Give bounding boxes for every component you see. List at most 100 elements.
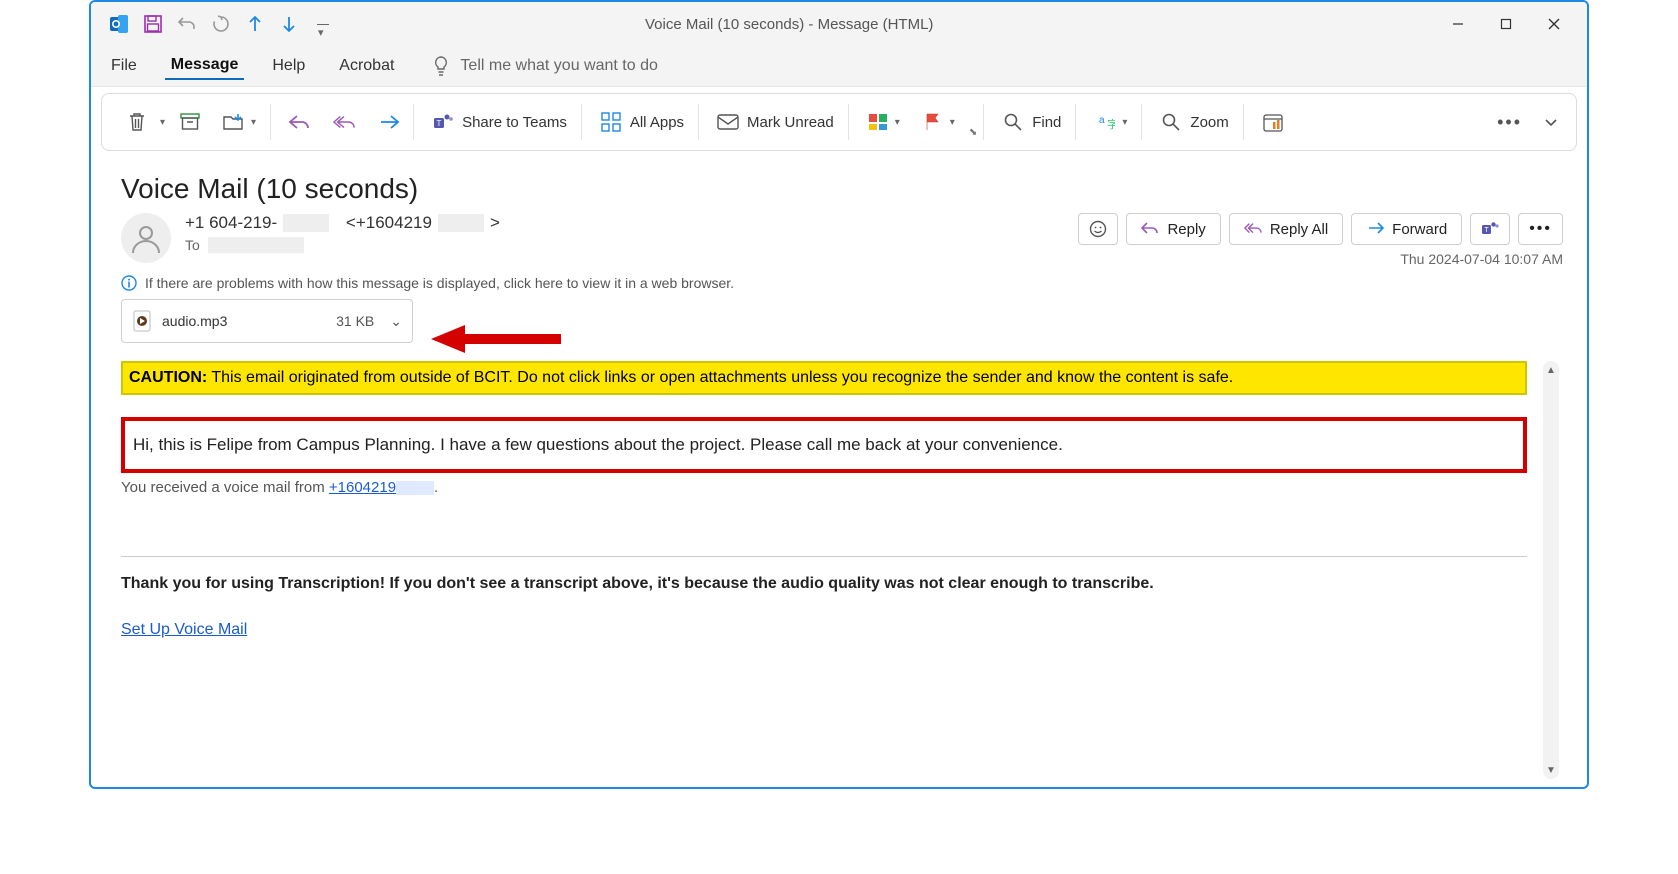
lightbulb-icon xyxy=(432,55,450,77)
transcript-highlight: Hi, this is Felipe from Campus Planning.… xyxy=(121,417,1527,473)
delete-button[interactable] xyxy=(118,107,156,137)
sender-avatar[interactable] xyxy=(121,213,171,263)
archive-button[interactable] xyxy=(171,107,209,137)
info-icon xyxy=(121,275,137,291)
outlook-message-window: ▾ Voice Mail (10 seconds) - Message (HTM… xyxy=(89,0,1589,789)
to-label: To xyxy=(185,237,200,253)
calendar-chart-icon xyxy=(1262,111,1284,133)
mark-unread-label: Mark Unread xyxy=(747,114,834,131)
minimize-button[interactable] xyxy=(1435,9,1481,39)
callback-number-link[interactable]: +1604219 xyxy=(329,479,434,496)
all-apps-button[interactable]: All Apps xyxy=(592,107,692,137)
info-bar-text: If there are problems with how this mess… xyxy=(145,275,734,291)
received-from-line: You received a voice mail from +1604219. xyxy=(121,479,1527,496)
categories-icon xyxy=(867,111,889,133)
delete-dropdown[interactable]: ▾ xyxy=(160,117,165,128)
redacted-segment xyxy=(283,214,329,232)
tags-launcher-icon[interactable]: ⬊ xyxy=(969,127,977,140)
insights-button[interactable] xyxy=(1254,107,1292,137)
tab-help[interactable]: Help xyxy=(266,53,311,79)
repeat-icon[interactable] xyxy=(207,10,235,38)
find-label: Find xyxy=(1032,114,1061,131)
reply-arrow-icon xyxy=(289,111,311,133)
to-line: To xyxy=(185,237,1064,253)
vertical-scrollbar[interactable]: ▲ ▼ xyxy=(1543,361,1559,779)
archive-icon xyxy=(179,111,201,133)
next-item-icon[interactable] xyxy=(275,10,303,38)
ribbon-collapse-button[interactable] xyxy=(1536,111,1566,133)
share-to-teams-button[interactable]: T Share to Teams xyxy=(424,107,575,137)
flag-icon xyxy=(922,111,944,133)
tab-file[interactable]: File xyxy=(105,53,143,79)
view-in-browser-link[interactable]: If there are problems with how this mess… xyxy=(121,275,1563,291)
react-button[interactable] xyxy=(1078,213,1118,245)
attachment-name: audio.mp3 xyxy=(162,313,326,329)
attachment-card[interactable]: audio.mp3 31 KB ⌄ xyxy=(121,299,413,343)
tab-acrobat[interactable]: Acrobat xyxy=(333,53,400,79)
forward-label: Forward xyxy=(1392,221,1447,238)
reply-all-button-ribbon[interactable] xyxy=(325,107,363,137)
quick-access-toolbar: ▾ xyxy=(97,10,337,38)
message-body-scroll: CAUTION: This email originated from outs… xyxy=(121,361,1563,779)
forward-button-ribbon[interactable] xyxy=(369,107,407,137)
translate-button[interactable]: a字▾ xyxy=(1086,107,1135,137)
chevron-down-icon[interactable]: ⌄ xyxy=(390,313,402,330)
find-button[interactable]: Find xyxy=(994,107,1069,137)
more-commands-button[interactable]: ••• xyxy=(1489,108,1530,137)
qat-customize-icon[interactable]: ▾ xyxy=(309,10,337,38)
follow-up-button[interactable]: ▾ xyxy=(914,107,963,137)
redacted-segment xyxy=(208,237,304,253)
svg-text:a: a xyxy=(1099,115,1105,126)
from-display-name: +1 604-219- xyxy=(185,213,277,233)
close-button[interactable] xyxy=(1531,9,1577,39)
smile-icon xyxy=(1089,220,1107,238)
caution-label: CAUTION: xyxy=(129,369,207,386)
window-controls xyxy=(1435,9,1577,39)
tab-message[interactable]: Message xyxy=(165,52,245,80)
categorize-button[interactable]: ▾ xyxy=(859,107,908,137)
caution-banner: CAUTION: This email originated from outs… xyxy=(121,361,1527,395)
scroll-up-icon[interactable]: ▲ xyxy=(1543,361,1559,379)
received-timestamp: Thu 2024-07-04 10:07 AM xyxy=(1078,251,1563,267)
tell-me-placeholder: Tell me what you want to do xyxy=(460,57,657,75)
reply-button[interactable]: Reply xyxy=(1126,213,1220,245)
message-subject: Voice Mail (10 seconds) xyxy=(121,173,1563,205)
transcript-text: Hi, this is Felipe from Campus Planning.… xyxy=(133,435,1063,454)
svg-text:字: 字 xyxy=(1107,117,1115,131)
window-title: Voice Mail (10 seconds) - Message (HTML) xyxy=(355,16,933,33)
ribbon-toolbar: ▾ ▾ T Share to Teams All Apps Mark Unrea… xyxy=(101,93,1577,151)
undo-icon[interactable] xyxy=(173,10,201,38)
body-divider xyxy=(121,556,1527,557)
save-icon[interactable] xyxy=(139,10,167,38)
teams-icon: T xyxy=(432,111,454,133)
teams-chat-button[interactable]: T xyxy=(1470,213,1510,245)
reply-arrow-icon xyxy=(1141,220,1159,238)
share-to-teams-label: Share to Teams xyxy=(462,114,567,131)
svg-text:T: T xyxy=(437,119,442,128)
reply-all-arrow-icon xyxy=(1244,220,1262,238)
reply-button-ribbon[interactable] xyxy=(281,107,319,137)
setup-voicemail-link[interactable]: Set Up Voice Mail xyxy=(121,621,247,639)
more-actions-button[interactable]: ••• xyxy=(1518,213,1563,245)
reply-all-arrow-icon xyxy=(333,111,355,133)
mark-unread-button[interactable]: Mark Unread xyxy=(709,107,842,137)
scroll-down-icon[interactable]: ▼ xyxy=(1543,761,1559,779)
tell-me-search[interactable]: Tell me what you want to do xyxy=(432,55,657,77)
reply-all-label: Reply All xyxy=(1270,221,1328,238)
envelope-icon xyxy=(717,111,739,133)
previous-item-icon[interactable] xyxy=(241,10,269,38)
trash-icon xyxy=(126,111,148,133)
message-pane: Voice Mail (10 seconds) +1 604-219- <+16… xyxy=(91,155,1587,787)
forward-arrow-icon xyxy=(377,111,399,133)
forward-arrow-icon xyxy=(1366,220,1384,238)
attachment-size: 31 KB xyxy=(336,313,374,329)
forward-button[interactable]: Forward xyxy=(1351,213,1462,245)
redacted-segment xyxy=(438,214,484,232)
translate-icon: a字 xyxy=(1094,111,1116,133)
reply-all-button[interactable]: Reply All xyxy=(1229,213,1343,245)
maximize-button[interactable] xyxy=(1483,9,1529,39)
move-button[interactable]: ▾ xyxy=(215,107,264,137)
zoom-button[interactable]: Zoom xyxy=(1152,107,1236,137)
apps-grid-icon xyxy=(600,111,622,133)
zoom-label: Zoom xyxy=(1190,114,1228,131)
